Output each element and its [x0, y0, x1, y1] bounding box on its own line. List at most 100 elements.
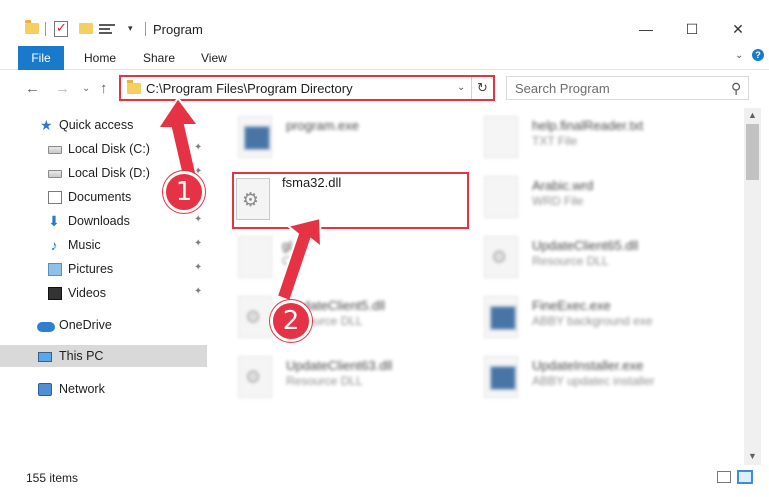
pin-icon[interactable]: ✦	[194, 214, 202, 225]
new-folder-icon[interactable]	[79, 23, 93, 34]
videos-icon	[48, 287, 62, 300]
sidebar-item-label: Quick access	[59, 118, 134, 132]
customize-quick-access-chevron-icon[interactable]: ▾	[128, 23, 133, 34]
status-bar: 155 items	[0, 466, 769, 490]
sidebar-item-quick-access[interactable]: ★ Quick access	[0, 114, 207, 136]
forward-button[interactable]: →	[55, 80, 70, 97]
sidebar-item-label: Videos	[68, 286, 106, 300]
sidebar-item-onedrive[interactable]: OneDrive	[0, 314, 207, 336]
file-type: ABBY updatec installer	[532, 374, 655, 388]
address-dropdown-chevron-icon[interactable]: ⌄	[457, 82, 465, 93]
sidebar-item-label: Local Disk (C:)	[68, 142, 150, 156]
sidebar-item-label: Downloads	[68, 214, 130, 228]
sidebar-item-label: Network	[59, 382, 105, 396]
file-name: program.exe	[286, 118, 359, 133]
tab-share[interactable]: Share	[143, 51, 175, 65]
sidebar-item-music[interactable]: ♪ Music ✦	[0, 234, 207, 256]
file-name: UpdateInstaller.exe	[532, 358, 644, 373]
title-bar: ▾ Program — ☐ ✕	[0, 0, 769, 44]
navigation-pane: ★ Quick access Local Disk (C:) ✦ Local D…	[0, 108, 210, 465]
minimize-button[interactable]: —	[623, 14, 669, 44]
back-button[interactable]: ←	[25, 80, 40, 97]
scroll-down-arrow-icon[interactable]: ▼	[748, 451, 757, 461]
sidebar-item-label: Music	[68, 238, 101, 252]
exe-file-icon	[484, 296, 518, 338]
dll-file-icon	[236, 178, 270, 220]
properties-icon[interactable]	[99, 22, 115, 36]
file-item[interactable]: UpdateInstaller.exe ABBY updatec install…	[484, 354, 734, 406]
pin-icon[interactable]: ✦	[194, 238, 202, 249]
dll-file-icon	[238, 356, 272, 398]
refresh-button[interactable]: ↻	[471, 77, 493, 99]
file-list: program.exe gl CR UpdateClient5.dll Reso…	[212, 108, 742, 465]
file-name: help.finalReader.txt	[532, 118, 644, 133]
file-type: ABBY background exe	[532, 314, 653, 328]
vertical-scrollbar[interactable]: ▲ ▼	[744, 108, 761, 465]
sidebar-item-label: Pictures	[68, 262, 114, 276]
exe-file-icon	[238, 116, 272, 158]
pin-icon[interactable]: ✦	[194, 262, 202, 273]
details-view-icon[interactable]	[717, 471, 731, 483]
file-item[interactable]: FineExec.exe ABBY background exe	[484, 294, 734, 346]
sidebar-item-pictures[interactable]: Pictures ✦	[0, 258, 207, 280]
close-button[interactable]: ✕	[715, 14, 761, 44]
star-icon: ★	[40, 117, 53, 133]
network-icon	[38, 383, 52, 396]
recent-locations-chevron-icon[interactable]: ⌄	[82, 83, 90, 94]
download-icon: ⬇	[48, 213, 60, 229]
up-button[interactable]: ↑	[100, 80, 108, 97]
drive-icon	[48, 170, 62, 178]
sidebar-item-this-pc[interactable]: This PC	[0, 345, 207, 367]
file-item[interactable]: help.finalReader.txt TXT File	[484, 114, 734, 166]
file-name: UpdateClient63.dll	[286, 358, 393, 373]
text-file-icon	[484, 116, 518, 158]
file-icon	[238, 236, 272, 278]
sidebar-item-videos[interactable]: Videos ✦	[0, 282, 207, 304]
pictures-icon	[48, 263, 62, 276]
file-name-fsma32[interactable]: fsma32.dll	[282, 175, 341, 190]
sidebar-item-local-disk-c[interactable]: Local Disk (C:) ✦	[0, 138, 207, 160]
file-item[interactable]: program.exe	[238, 114, 488, 166]
window-title: Program	[153, 22, 203, 37]
scrollbar-thumb[interactable]	[746, 124, 759, 180]
file-item[interactable]: UpdateClient65.dll Resource DLL	[484, 234, 734, 286]
dll-file-icon	[238, 296, 272, 338]
search-icon[interactable]: ⚲	[731, 80, 741, 97]
file-item[interactable]: gl CR	[238, 234, 488, 286]
large-icons-view-icon[interactable]	[737, 470, 753, 484]
sidebar-item-network[interactable]: Network	[0, 378, 207, 400]
address-bar[interactable]: C:\Program Files\Program Directory ⌄ ↻	[119, 75, 495, 101]
sidebar-item-downloads[interactable]: ⬇ Downloads ✦	[0, 210, 207, 232]
music-icon: ♪	[50, 237, 58, 253]
tab-file[interactable]: File	[18, 46, 64, 70]
tab-view[interactable]: View	[201, 51, 227, 65]
address-path[interactable]: C:\Program Files\Program Directory	[146, 81, 353, 96]
file-icon	[484, 176, 518, 218]
pin-icon[interactable]: ✦	[194, 286, 202, 297]
this-pc-icon	[38, 352, 52, 362]
properties-check-icon[interactable]	[54, 20, 68, 37]
pin-icon[interactable]: ✦	[194, 142, 202, 153]
title-divider	[145, 22, 146, 36]
sidebar-item-label: Local Disk (D:)	[68, 166, 150, 180]
file-type: TXT File	[532, 134, 578, 148]
file-item[interactable]: Arabic.wrd WRD File	[484, 174, 734, 226]
file-type: CR	[282, 254, 300, 268]
onedrive-icon	[37, 322, 55, 332]
folder-icon	[127, 80, 141, 94]
toolbar-divider	[45, 22, 46, 36]
scroll-up-arrow-icon[interactable]: ▲	[748, 110, 757, 120]
search-input[interactable]: Search Program ⚲	[506, 76, 749, 100]
file-type: Resource DLL	[286, 374, 363, 388]
file-type: WRD File	[532, 194, 584, 208]
file-item[interactable]: UpdateClient63.dll Resource DLL	[238, 354, 488, 406]
maximize-button[interactable]: ☐	[669, 14, 715, 44]
file-name: UpdateClient65.dll	[532, 238, 639, 253]
sidebar-item-label: This PC	[59, 349, 104, 363]
file-name: Arabic.wrd	[532, 178, 594, 193]
search-placeholder: Search Program	[515, 81, 610, 96]
expand-ribbon-chevron-icon[interactable]: ⌄	[735, 50, 743, 61]
exe-file-icon	[484, 356, 518, 398]
help-icon[interactable]: ?	[752, 49, 764, 61]
tab-home[interactable]: Home	[84, 51, 116, 65]
